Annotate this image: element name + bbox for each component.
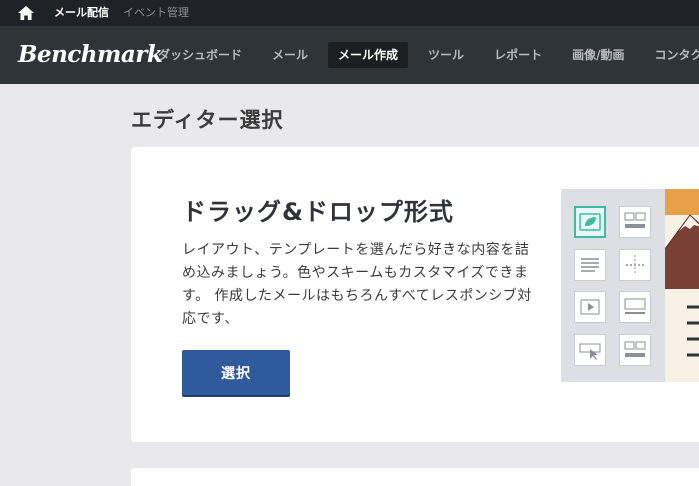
select-button[interactable]: 選択 bbox=[182, 350, 290, 395]
image-text-block-icon bbox=[619, 291, 651, 323]
topbar-link-event-management[interactable]: イベント管理 bbox=[123, 0, 189, 26]
editor-option-card: ドラッグ&ドロップ形式 レイアウト、テンプレートを選んだら好きな内容を詰め込みま… bbox=[131, 147, 699, 442]
drag-drop-editor-illustration bbox=[561, 189, 699, 382]
two-column-icon bbox=[624, 341, 646, 357]
page-title: エディター選択 bbox=[131, 108, 284, 132]
main-navbar: Benchmark ダッシュボード メール メール作成 ツール レポート 画像/… bbox=[0, 26, 699, 84]
image-text-icon bbox=[624, 298, 646, 314]
card-description: レイアウト、テンプレートを選んだら好きな内容を詰め込みましょう。色やスキームもカ… bbox=[182, 242, 532, 327]
nav-item-contacts[interactable]: コンタクト bbox=[644, 42, 699, 68]
nav-item-tools[interactable]: ツール bbox=[418, 42, 474, 68]
topbar-link-email-delivery[interactable]: メール配信 bbox=[54, 0, 109, 26]
text-lines-icon bbox=[581, 258, 599, 272]
benchmark-logo[interactable]: Benchmark bbox=[18, 39, 163, 71]
nav-item-create-email[interactable]: メール作成 bbox=[328, 42, 409, 68]
two-column-block-icon bbox=[619, 334, 651, 366]
cursor-button-icon bbox=[579, 343, 601, 360]
video-block-icon bbox=[574, 291, 606, 323]
text-block-icon bbox=[574, 249, 606, 281]
mountain-image-icon bbox=[664, 189, 699, 357]
video-play-icon bbox=[580, 299, 600, 315]
editor-option-card-next bbox=[131, 468, 699, 486]
nav-item-images-videos[interactable]: 画像/動画 bbox=[562, 42, 634, 68]
nav-item-email[interactable]: メール bbox=[262, 42, 318, 68]
home-icon bbox=[18, 6, 34, 20]
button-block-icon bbox=[574, 334, 606, 366]
email-preview-pane bbox=[664, 189, 699, 382]
card-title: ドラッグ&ドロップ形式 bbox=[182, 198, 454, 226]
home-button[interactable] bbox=[12, 0, 40, 26]
top-utility-bar: メール配信 イベント管理 bbox=[0, 0, 699, 26]
nav-item-dashboard[interactable]: ダッシュボード bbox=[148, 42, 252, 68]
nav-items: ダッシュボード メール メール作成 ツール レポート 画像/動画 コンタクト bbox=[148, 42, 699, 68]
nav-item-reports[interactable]: レポート bbox=[484, 42, 552, 68]
leaf-image-icon bbox=[579, 213, 601, 231]
spacer-block-icon bbox=[619, 249, 651, 281]
image-grid-block-icon bbox=[619, 206, 651, 238]
spacer-icon bbox=[626, 255, 644, 275]
image-grid-icon bbox=[624, 212, 646, 228]
image-block-icon bbox=[574, 206, 606, 238]
